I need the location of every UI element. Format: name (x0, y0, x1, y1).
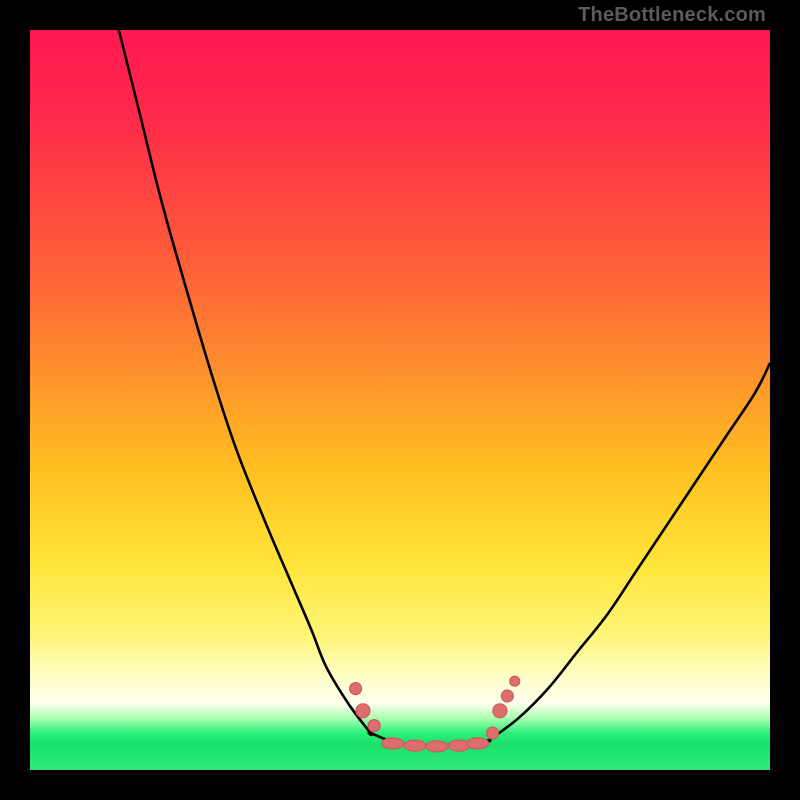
marker-flat-a (382, 738, 404, 749)
marker-right-cluster (493, 704, 507, 718)
marker-group (350, 676, 520, 752)
marker-right-cluster (501, 690, 513, 702)
marker-left-cluster (356, 704, 370, 718)
marker-left-cluster (368, 720, 380, 732)
marker-flat-b (404, 740, 426, 751)
outer-frame: TheBottleneck.com (0, 0, 800, 800)
marker-left-cluster (350, 683, 362, 695)
marker-right-cluster (510, 676, 520, 686)
marker-right-cluster (487, 727, 499, 739)
marker-flat-e (467, 738, 489, 749)
curve-path (119, 30, 770, 747)
attribution-watermark: TheBottleneck.com (578, 4, 766, 27)
marker-flat-c (426, 741, 448, 752)
bottleneck-curve (30, 30, 770, 770)
